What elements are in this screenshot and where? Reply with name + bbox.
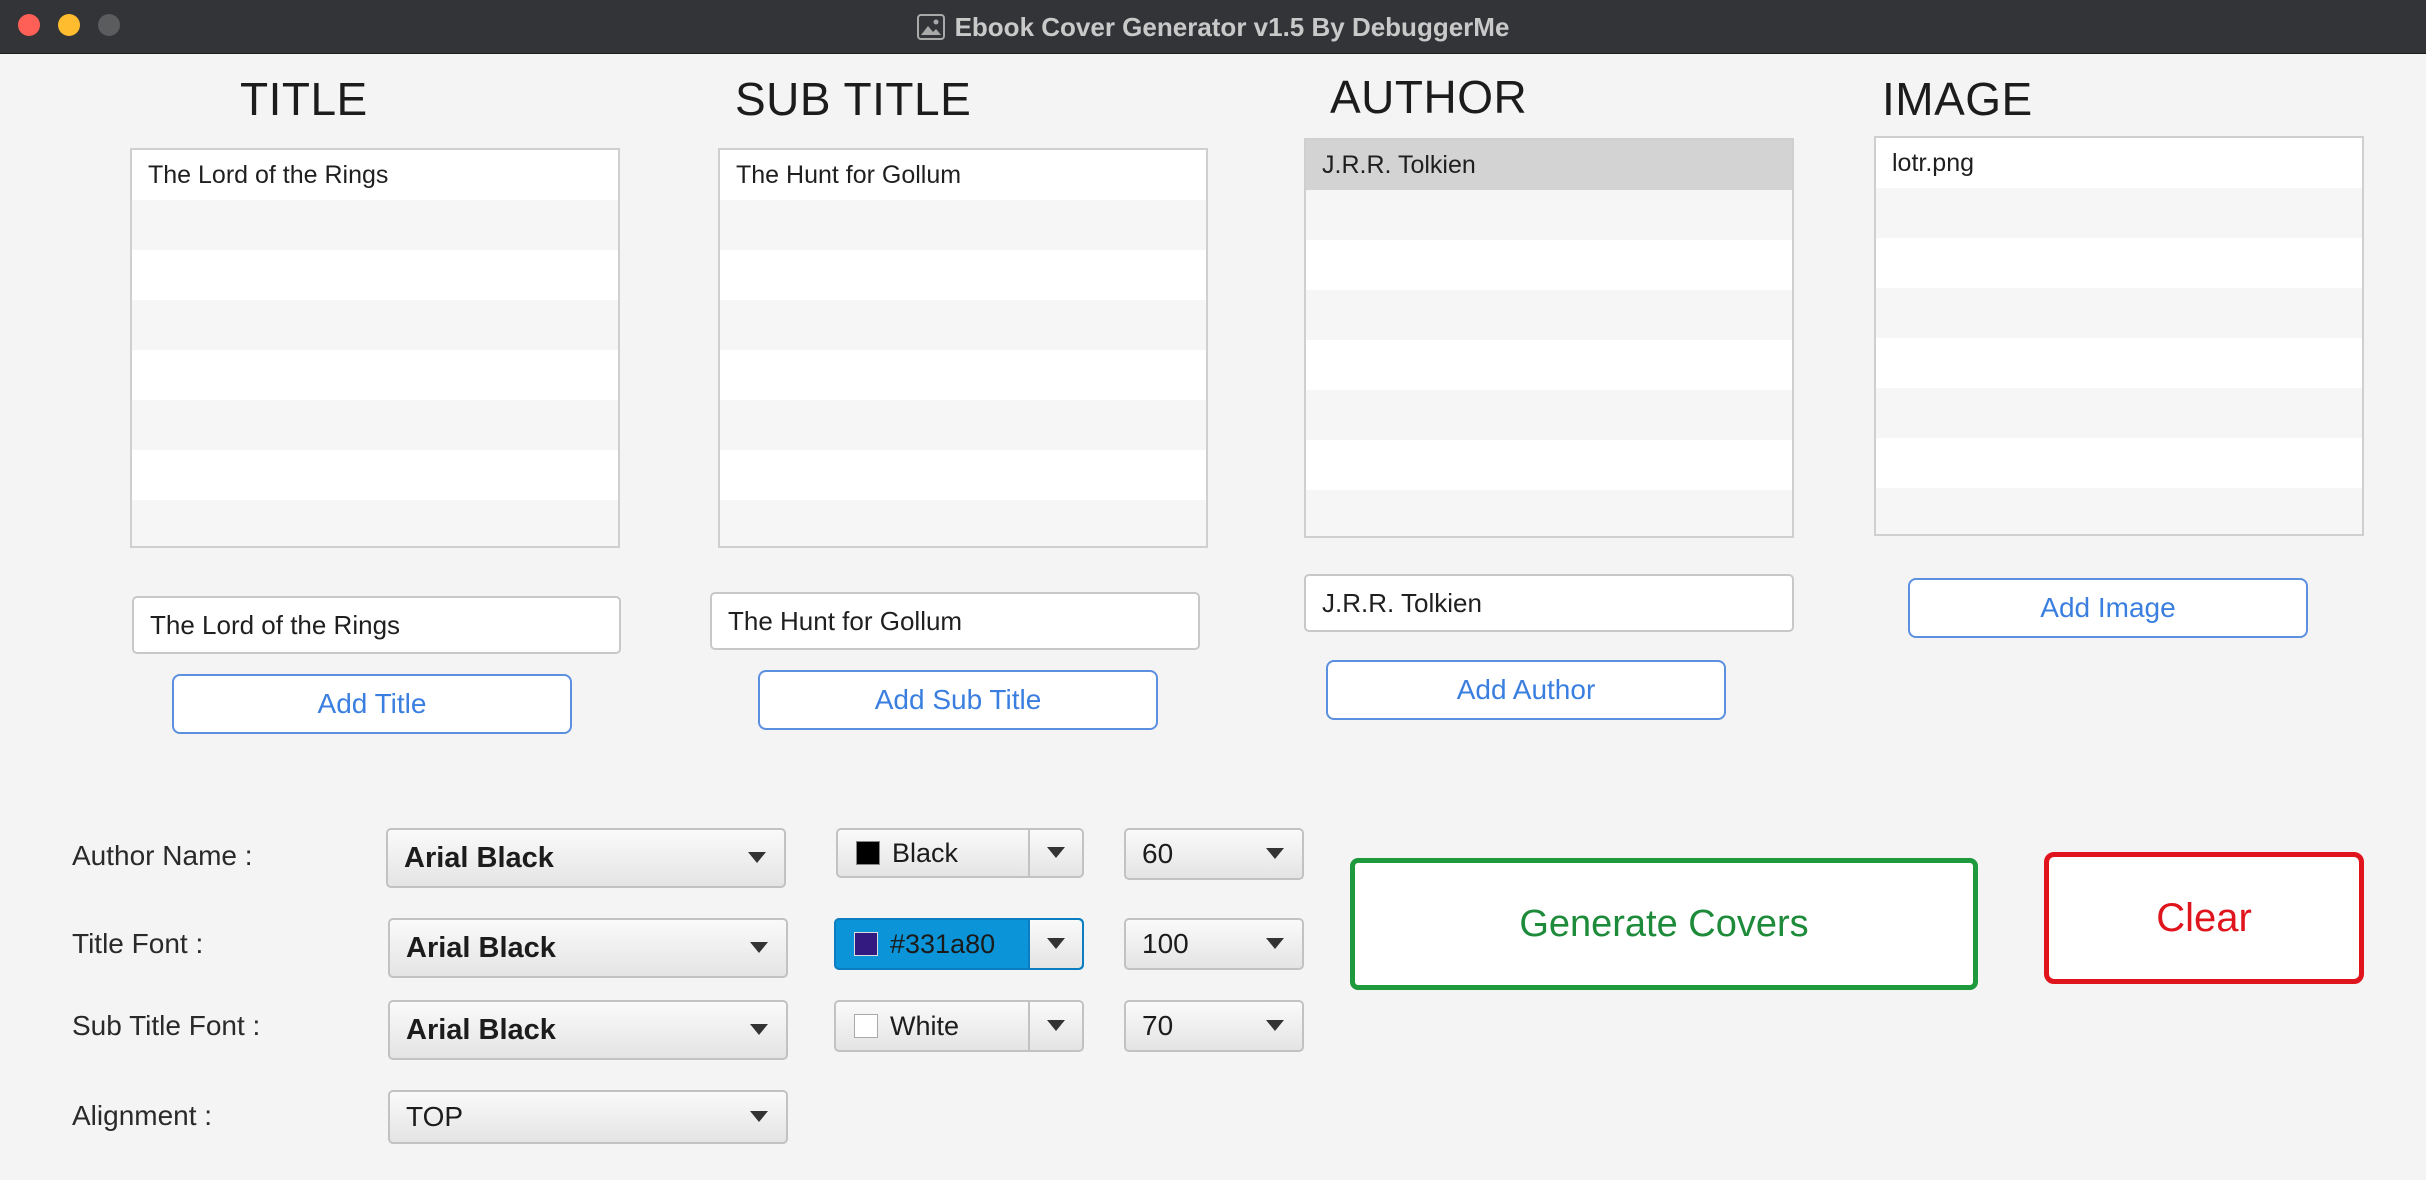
list-item-empty [1876, 288, 2362, 338]
list-item-empty [1306, 490, 1792, 536]
list-item-empty [720, 450, 1206, 500]
chevron-down-icon[interactable] [1028, 1002, 1082, 1050]
subtitle-font-value: Arial Black [406, 1013, 556, 1046]
chevron-down-icon [748, 852, 766, 863]
list-item-empty [1306, 340, 1792, 390]
list-item-empty [1876, 388, 2362, 438]
list-item-empty [1876, 188, 2362, 238]
color-swatch [854, 1014, 878, 1038]
title-font-value: Arial Black [406, 931, 556, 964]
add-title-button[interactable]: Add Title [172, 674, 572, 734]
alignment-label: Alignment : [72, 1100, 213, 1131]
list-item-selected[interactable]: J.R.R. Tolkien [1306, 140, 1792, 190]
author-color-picker[interactable]: Black [836, 828, 1084, 878]
chevron-down-icon [1266, 938, 1284, 949]
image-icon [916, 14, 945, 40]
list-item-empty [132, 300, 618, 350]
image-list[interactable]: lotr.png [1874, 136, 2364, 536]
list-item-empty [132, 400, 618, 450]
alignment-select[interactable]: TOP [388, 1090, 788, 1144]
window-title-text: Ebook Cover Generator v1.5 By DebuggerMe [954, 11, 1510, 42]
author-color-value: Black [892, 837, 959, 868]
subtitle-font-label: Sub Title Font : [72, 1010, 261, 1041]
title-size-value: 100 [1142, 928, 1189, 959]
subtitle-list[interactable]: The Hunt for Gollum [718, 148, 1208, 548]
list-item-empty [1306, 440, 1792, 490]
list-item-empty [720, 500, 1206, 546]
list-item[interactable]: The Hunt for Gollum [720, 150, 1206, 200]
title-size-select[interactable]: 100 [1124, 918, 1304, 970]
list-item-empty [720, 350, 1206, 400]
chevron-down-icon[interactable] [1028, 920, 1082, 968]
alignment-value: TOP [406, 1101, 464, 1132]
chevron-down-icon [1266, 1020, 1284, 1031]
chevron-down-icon [750, 942, 768, 953]
list-item-empty [132, 500, 618, 546]
subtitle-font-select[interactable]: Arial Black [388, 1000, 788, 1060]
title-color-value: #331a80 [890, 928, 996, 959]
list-item-empty [1876, 238, 2362, 288]
add-image-button[interactable]: Add Image [1908, 578, 2308, 638]
clear-button[interactable]: Clear [2044, 852, 2364, 984]
list-item-empty [1306, 290, 1792, 340]
list-item-empty [132, 200, 618, 250]
image-heading: IMAGE [1882, 73, 2033, 125]
subtitle-color-value: White [890, 1010, 960, 1041]
list-item-empty [720, 250, 1206, 300]
list-item-empty [132, 450, 618, 500]
author-font-select[interactable]: Arial Black [386, 828, 786, 888]
list-item[interactable]: lotr.png [1876, 138, 2362, 188]
add-subtitle-button[interactable]: Add Sub Title [758, 670, 1158, 730]
list-item-empty [720, 400, 1206, 450]
author-size-value: 60 [1142, 838, 1174, 869]
title-color-picker[interactable]: #331a80 [834, 918, 1084, 970]
chevron-down-icon [1266, 848, 1284, 859]
color-swatch [854, 932, 878, 956]
color-swatch [856, 841, 880, 865]
add-author-button[interactable]: Add Author [1326, 660, 1726, 720]
author-input[interactable]: J.R.R. Tolkien [1304, 574, 1794, 632]
author-name-label: Author Name : [72, 840, 253, 871]
chevron-down-icon[interactable] [1028, 830, 1082, 876]
subtitle-size-value: 70 [1142, 1010, 1174, 1041]
subtitle-heading: SUB TITLE [735, 73, 972, 125]
window-title: Ebook Cover Generator v1.5 By DebuggerMe [0, 0, 2426, 54]
generate-covers-button[interactable]: Generate Covers [1350, 858, 1978, 990]
list-item-empty [132, 350, 618, 400]
list-item-empty [1306, 390, 1792, 440]
list-item-empty [1876, 438, 2362, 488]
title-heading: TITLE [240, 73, 368, 125]
list-item-empty [132, 250, 618, 300]
chevron-down-icon [750, 1024, 768, 1035]
list-item-empty [1876, 338, 2362, 388]
subtitle-color-picker[interactable]: White [834, 1000, 1084, 1052]
author-heading: AUTHOR [1330, 71, 1528, 123]
chevron-down-icon [750, 1111, 768, 1122]
author-font-value: Arial Black [404, 841, 554, 874]
author-size-select[interactable]: 60 [1124, 828, 1304, 880]
title-list[interactable]: The Lord of the Rings [130, 148, 620, 548]
list-item[interactable]: The Lord of the Rings [132, 150, 618, 200]
title-font-select[interactable]: Arial Black [388, 918, 788, 978]
list-item-empty [1306, 240, 1792, 290]
list-item-empty [1306, 190, 1792, 240]
subtitle-input[interactable]: The Hunt for Gollum [710, 592, 1200, 650]
list-item-empty [720, 200, 1206, 250]
title-input[interactable]: The Lord of the Rings [132, 596, 621, 654]
title-font-label: Title Font : [72, 928, 204, 959]
list-item-empty [720, 300, 1206, 350]
list-item-empty [1876, 488, 2362, 534]
subtitle-size-select[interactable]: 70 [1124, 1000, 1304, 1052]
author-list[interactable]: J.R.R. Tolkien [1304, 138, 1794, 538]
